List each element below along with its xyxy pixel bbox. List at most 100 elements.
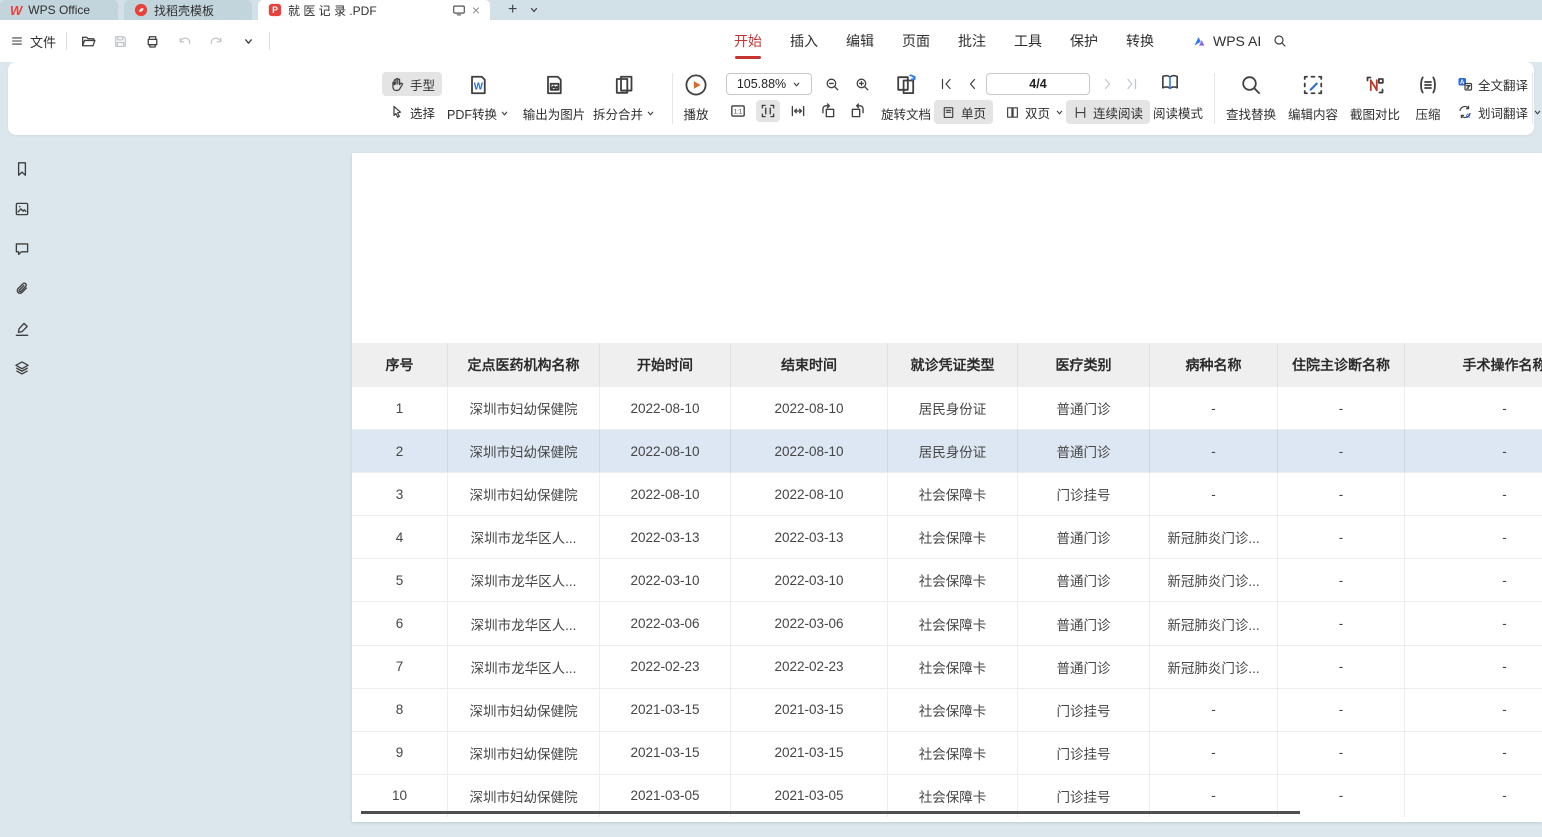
table-row: 2深圳市妇幼保健院2022-08-102022-08-10居民身份证普通门诊--…	[352, 429, 1542, 472]
menu-tab-edit[interactable]: 编辑	[846, 31, 874, 51]
table-cell: 2022-03-06	[600, 602, 731, 644]
fit-page-button[interactable]	[756, 100, 780, 122]
first-page-button[interactable]	[934, 73, 958, 95]
table-cell: 深圳市龙华区人...	[448, 646, 600, 688]
table-cell: 2022-03-06	[731, 602, 888, 644]
tab-list-chevron-down-icon[interactable]	[529, 5, 539, 15]
compress-icon	[1416, 73, 1440, 97]
rotate-left-button[interactable]	[816, 100, 840, 122]
table-cell: 普通门诊	[1018, 516, 1150, 558]
new-tab-plus-icon[interactable]: +	[508, 2, 517, 18]
ribbon-toolbar: 手型 选择 W PDF转换 输出为图片 拆分合并 播放 105.88%	[8, 62, 1534, 135]
table-cell: 4	[352, 516, 448, 558]
print-button[interactable]	[141, 30, 163, 52]
table-cell: -	[1150, 387, 1278, 429]
menu-tab-tools[interactable]: 工具	[1014, 31, 1042, 51]
double-page-view-button[interactable]: 双页	[998, 100, 1071, 124]
table-cell: 普通门诊	[1018, 559, 1150, 601]
split-merge-button[interactable]: 拆分合并	[580, 70, 668, 127]
rotate-right-button[interactable]	[846, 100, 870, 122]
find-replace-button[interactable]: 查找替换	[1220, 70, 1282, 127]
screenshot-compare-button[interactable]: 截图对比	[1344, 70, 1406, 127]
save-button[interactable]	[109, 30, 131, 52]
menu-tab-insert[interactable]: 插入	[790, 31, 818, 51]
actual-size-button[interactable]: 1:1	[726, 100, 750, 122]
fit-width-button[interactable]	[786, 100, 810, 122]
tab-docer-templates[interactable]: 找稻壳模板	[124, 0, 252, 20]
table-row: 1深圳市妇幼保健院2022-08-102022-08-10居民身份证普通门诊--…	[352, 386, 1542, 429]
tab-medical-record-pdf[interactable]: P 就 医 记 录 .PDF ×	[258, 0, 490, 20]
table-cell: 2022-03-10	[731, 559, 888, 601]
table-header-cell: 手术操作名称	[1405, 343, 1542, 386]
read-mode-button[interactable]: 阅读模式	[1146, 100, 1210, 124]
menu-tab-home[interactable]: 开始	[734, 31, 762, 51]
table-row: 7深圳市龙华区人...2022-02-232022-02-23社会保障卡普通门诊…	[352, 645, 1542, 688]
wps-ai-button[interactable]: WPS AI	[1192, 20, 1261, 62]
file-menu-button[interactable]: 文件	[10, 32, 56, 51]
table-cell: 2021-03-15	[731, 732, 888, 774]
table-cell: 深圳市妇幼保健院	[448, 430, 600, 472]
bookmark-icon[interactable]	[13, 160, 31, 178]
page-number-input[interactable]: 4/4	[986, 73, 1090, 95]
play-icon	[684, 73, 708, 97]
edit-content-button[interactable]: 编辑内容	[1282, 70, 1344, 127]
table-cell: 普通门诊	[1018, 430, 1150, 472]
select-cursor-icon	[389, 104, 405, 120]
rotate-doc-icon	[894, 73, 918, 97]
rotate-document-button[interactable]: 旋转文档	[870, 70, 942, 127]
close-icon[interactable]: ×	[472, 3, 480, 17]
table-row: 5深圳市龙华区人...2022-03-102022-03-10社会保障卡普通门诊…	[352, 558, 1542, 601]
medical-records-table: 序号定点医药机构名称开始时间结束时间就诊凭证类型医疗类别病种名称住院主诊断名称手…	[352, 343, 1542, 817]
present-monitor-icon[interactable]	[452, 3, 466, 17]
compress-button[interactable]: 压缩	[1406, 70, 1450, 127]
table-header-cell: 定点医药机构名称	[448, 343, 600, 386]
book-icon	[1158, 71, 1182, 93]
table-cell: -	[1405, 559, 1542, 601]
menu-search-button[interactable]	[1268, 30, 1292, 52]
quick-access-chevron-down-icon[interactable]	[237, 30, 259, 52]
table-cell: 2021-03-15	[600, 732, 731, 774]
chevron-down-icon	[792, 80, 801, 89]
tab-wps-office[interactable]: W WPS Office	[0, 0, 118, 20]
table-cell: -	[1405, 689, 1542, 731]
previous-page-button[interactable]	[960, 73, 984, 95]
attachment-icon[interactable]	[13, 280, 31, 298]
word-translate-button[interactable]: A 划词翻译	[1450, 100, 1542, 124]
table-cell: 2022-02-23	[731, 646, 888, 688]
hamburger-icon	[10, 34, 24, 48]
zoom-level-select[interactable]: 105.88%	[726, 73, 812, 95]
thumbnails-icon[interactable]	[13, 200, 31, 218]
zoom-out-button[interactable]	[820, 73, 844, 95]
menu-tab-comment[interactable]: 批注	[958, 31, 986, 51]
table-bottom-border	[361, 811, 1300, 814]
menu-tab-convert[interactable]: 转换	[1126, 31, 1154, 51]
table-cell: 8	[352, 689, 448, 731]
signature-icon[interactable]	[13, 320, 31, 338]
table-cell: -	[1150, 732, 1278, 774]
full-text-translate-button[interactable]: A 全文翻译	[1450, 72, 1535, 96]
document-side-panel	[0, 135, 44, 837]
table-cell: 2022-08-10	[731, 387, 888, 429]
next-page-button[interactable]	[1096, 73, 1120, 95]
continuous-reading-button[interactable]: 连续阅读	[1066, 100, 1150, 124]
layers-icon[interactable]	[13, 359, 31, 377]
menu-tab-page[interactable]: 页面	[902, 31, 930, 51]
menu-bar: 文件 开始 插入 编辑 页面 批注 工具 保护 转换	[0, 20, 1542, 62]
table-cell: 深圳市妇幼保健院	[448, 387, 600, 429]
single-page-view-button[interactable]: 单页	[934, 100, 993, 124]
table-cell: -	[1405, 602, 1542, 644]
redo-button[interactable]	[205, 30, 227, 52]
last-page-button[interactable]	[1120, 73, 1144, 95]
play-button[interactable]: 播放	[668, 70, 724, 127]
table-cell: 2022-08-10	[600, 387, 731, 429]
comment-icon[interactable]	[13, 240, 31, 258]
open-file-button[interactable]	[77, 30, 99, 52]
table-cell: -	[1278, 646, 1405, 688]
table-cell: 新冠肺炎门诊...	[1150, 516, 1278, 558]
undo-button[interactable]	[173, 30, 195, 52]
menu-tab-protect[interactable]: 保护	[1070, 31, 1098, 51]
table-cell: 普通门诊	[1018, 387, 1150, 429]
table-cell: 门诊挂号	[1018, 473, 1150, 515]
table-cell: 2022-03-10	[600, 559, 731, 601]
table-cell: 居民身份证	[888, 430, 1018, 472]
